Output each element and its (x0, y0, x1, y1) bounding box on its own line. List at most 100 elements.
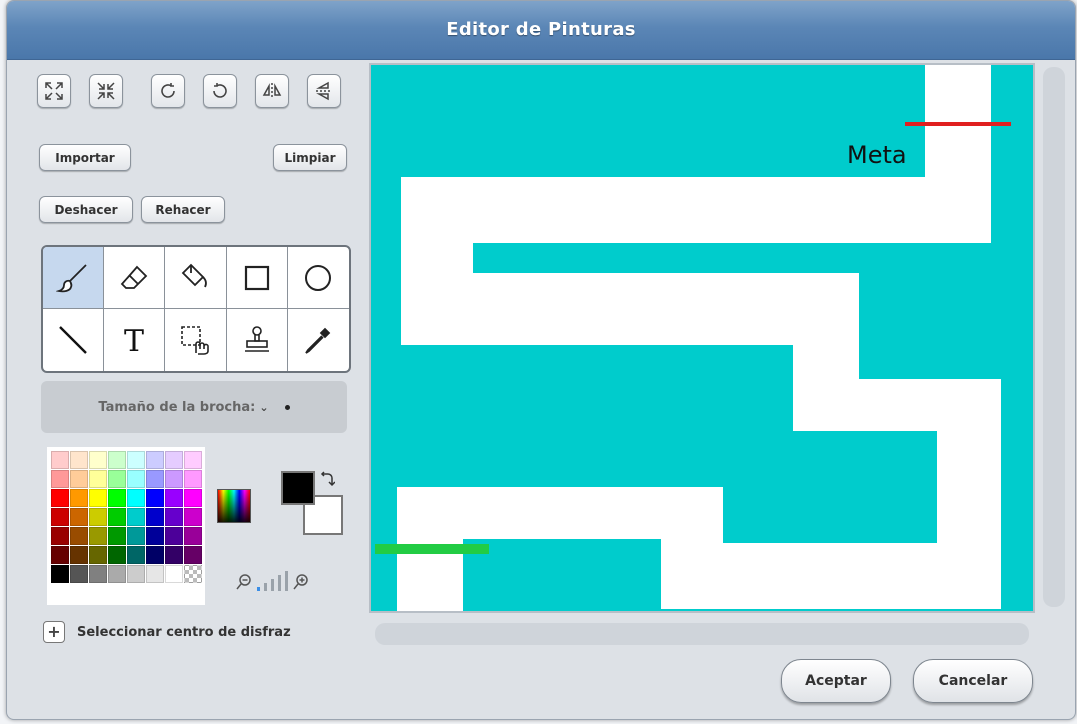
stamp-tool[interactable] (227, 309, 288, 371)
color-swatch[interactable] (51, 546, 69, 564)
color-swatch[interactable] (51, 451, 69, 469)
color-swatch[interactable] (146, 546, 164, 564)
color-swatch[interactable] (165, 451, 183, 469)
color-swatch[interactable] (89, 565, 107, 583)
text-tool[interactable]: T (104, 309, 166, 371)
drawing-canvas[interactable]: Meta (369, 63, 1035, 613)
ellipse-tool[interactable] (287, 247, 349, 309)
accept-button[interactable]: Aceptar (781, 659, 891, 703)
color-swatch[interactable] (108, 546, 126, 564)
horizontal-scrollbar[interactable] (375, 623, 1029, 645)
rectangle-tool[interactable] (226, 247, 288, 309)
color-swatch[interactable] (127, 470, 145, 488)
set-costume-center-row[interactable]: + Seleccionar centro de disfraz (43, 621, 291, 643)
plus-icon[interactable]: + (43, 621, 65, 643)
color-swatch[interactable] (51, 508, 69, 526)
select-tool[interactable] (165, 309, 227, 371)
color-swatch[interactable] (108, 451, 126, 469)
color-swatch[interactable] (184, 508, 202, 526)
color-swatch[interactable] (51, 489, 69, 507)
zoom-level-bar[interactable] (264, 583, 267, 591)
color-swatch[interactable] (70, 527, 88, 545)
color-swatch[interactable] (184, 489, 202, 507)
zoom-out-icon[interactable] (235, 573, 253, 591)
color-swatch[interactable] (51, 527, 69, 545)
color-swatch[interactable] (70, 489, 88, 507)
fill-tool[interactable] (165, 247, 227, 309)
color-swatch[interactable] (127, 565, 145, 583)
grow-icon (45, 82, 63, 100)
color-swatch[interactable] (51, 565, 69, 583)
color-swatch[interactable] (51, 470, 69, 488)
color-swatch[interactable] (127, 546, 145, 564)
clear-button[interactable]: Limpiar (273, 144, 347, 171)
color-swatch[interactable] (165, 565, 183, 583)
color-swatch[interactable] (70, 565, 88, 583)
color-swatch[interactable] (184, 546, 202, 564)
paintbrush-tool[interactable] (43, 247, 105, 309)
vertical-scrollbar[interactable] (1043, 67, 1065, 607)
color-swatch[interactable] (108, 489, 126, 507)
title-bar[interactable]: Editor de Pinturas (7, 1, 1075, 60)
color-swatch[interactable] (184, 451, 202, 469)
fill-bucket-icon (182, 263, 208, 287)
import-button[interactable]: Importar (39, 144, 131, 171)
color-swatch[interactable] (184, 527, 202, 545)
color-swatch[interactable] (108, 470, 126, 488)
grow-button[interactable] (37, 74, 71, 108)
color-swatch[interactable] (146, 565, 164, 583)
zoom-level-bar[interactable] (257, 587, 260, 591)
brush-size-control[interactable]: Tamaño de la brocha: ⌄ (41, 381, 347, 433)
color-swatch[interactable] (89, 489, 107, 507)
color-swatch[interactable] (108, 527, 126, 545)
color-swatch[interactable] (165, 508, 183, 526)
swap-colors-icon[interactable] (319, 471, 335, 489)
color-swatch[interactable] (146, 508, 164, 526)
eyedropper-tool[interactable] (288, 309, 349, 371)
color-swatch[interactable] (184, 565, 202, 583)
color-swatch[interactable] (146, 489, 164, 507)
color-swatch[interactable] (127, 508, 145, 526)
eraser-tool[interactable] (104, 247, 166, 309)
color-swatch[interactable] (89, 508, 107, 526)
color-swatch[interactable] (108, 565, 126, 583)
color-swatch[interactable] (165, 546, 183, 564)
zoom-level-bar[interactable] (285, 571, 288, 591)
color-swatch[interactable] (127, 527, 145, 545)
line-tool[interactable] (43, 309, 105, 371)
color-swatch[interactable] (146, 527, 164, 545)
color-swatch[interactable] (70, 508, 88, 526)
undo-button[interactable]: Deshacer (39, 196, 133, 223)
zoom-level-bar[interactable] (271, 579, 274, 591)
zoom-level-bar[interactable] (278, 575, 281, 591)
color-swatch[interactable] (184, 470, 202, 488)
color-swatch[interactable] (89, 527, 107, 545)
color-swatch[interactable] (165, 489, 183, 507)
color-swatch[interactable] (127, 451, 145, 469)
color-swatch[interactable] (89, 470, 107, 488)
flip-vertical-button[interactable] (307, 74, 341, 108)
rotate-right-button[interactable] (203, 74, 237, 108)
redo-button[interactable]: Rehacer (141, 196, 225, 223)
cancel-button[interactable]: Cancelar (913, 659, 1033, 703)
color-swatch[interactable] (70, 546, 88, 564)
color-swatch[interactable] (146, 451, 164, 469)
color-swatch[interactable] (70, 470, 88, 488)
color-swatch[interactable] (165, 527, 183, 545)
line-icon (59, 326, 87, 354)
shrink-button[interactable] (89, 74, 123, 108)
zoom-in-icon[interactable] (292, 573, 310, 591)
color-swatch[interactable] (108, 508, 126, 526)
color-swatch[interactable] (89, 546, 107, 564)
color-swatch[interactable] (146, 470, 164, 488)
set-costume-center-label: Seleccionar centro de disfraz (77, 624, 291, 640)
color-swatch[interactable] (165, 470, 183, 488)
color-spectrum-picker[interactable] (217, 489, 251, 523)
color-swatch[interactable] (89, 451, 107, 469)
flip-horizontal-button[interactable] (255, 74, 289, 108)
color-swatch[interactable] (70, 451, 88, 469)
maze-segment (397, 487, 723, 539)
foreground-color-swatch[interactable] (281, 471, 315, 505)
color-swatch[interactable] (127, 489, 145, 507)
rotate-left-button[interactable] (151, 74, 185, 108)
